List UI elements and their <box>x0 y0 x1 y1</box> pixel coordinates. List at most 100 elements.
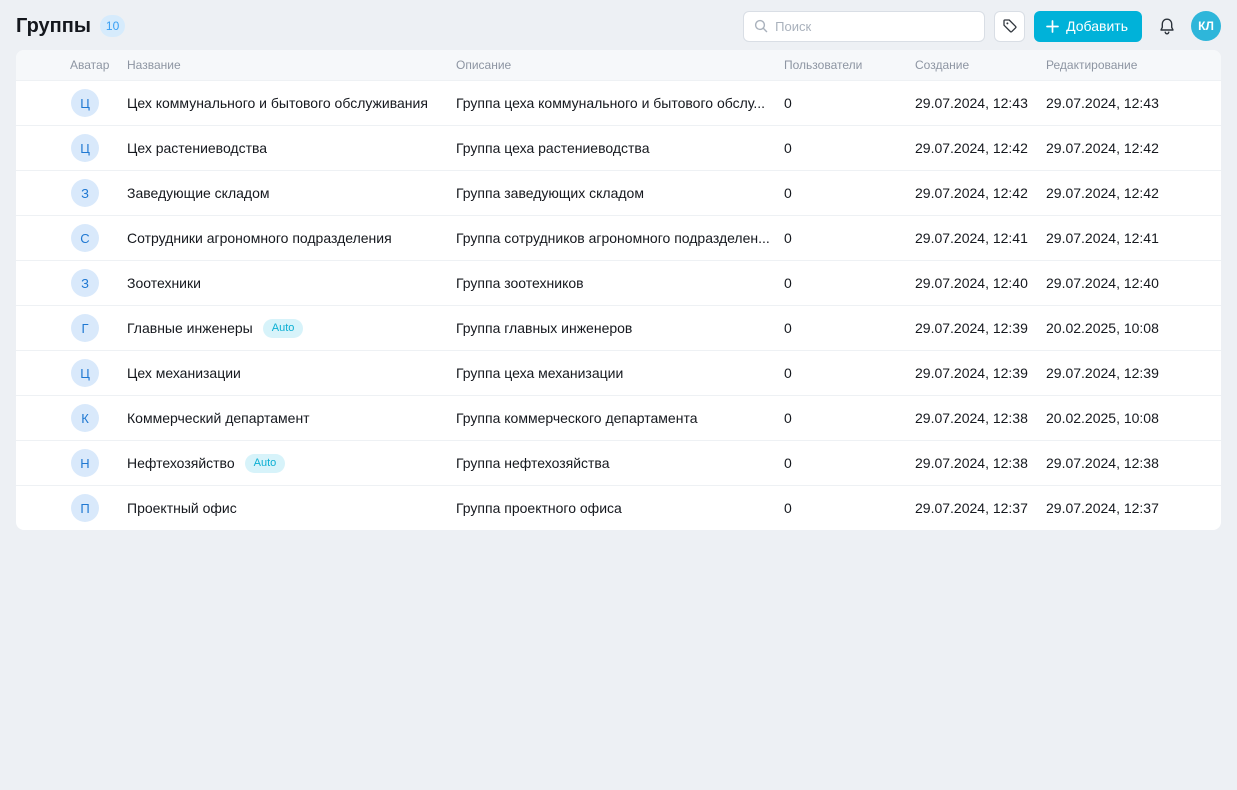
table-row[interactable]: К Коммерческий департамент Группа коммер… <box>16 395 1221 440</box>
avatar-cell: З <box>70 179 127 207</box>
group-edited: 29.07.2024, 12:43 <box>1046 95 1205 111</box>
group-description: Группа сотрудников агрономного подраздел… <box>456 230 784 246</box>
group-avatar: З <box>71 179 99 207</box>
name-cell: Проектный офис <box>127 500 456 516</box>
name-cell: Нефтехозяйство Auto <box>127 454 456 473</box>
table-row[interactable]: Ц Цех коммунального и бытового обслужива… <box>16 80 1221 125</box>
group-edited: 29.07.2024, 12:42 <box>1046 185 1205 201</box>
group-description: Группа проектного офиса <box>456 500 784 516</box>
avatar-cell: К <box>70 404 127 432</box>
table-row[interactable]: З Зоотехники Группа зоотехников 0 29.07.… <box>16 260 1221 305</box>
group-edited: 29.07.2024, 12:38 <box>1046 455 1205 471</box>
group-avatar: Н <box>71 449 99 477</box>
group-name: Зоотехники <box>127 275 201 291</box>
group-users-count: 0 <box>784 185 915 201</box>
topbar: Группы 10 Добавить <box>0 0 1237 50</box>
avatar-cell: С <box>70 224 127 252</box>
group-edited: 29.07.2024, 12:39 <box>1046 365 1205 381</box>
table-row[interactable]: П Проектный офис Группа проектного офиса… <box>16 485 1221 530</box>
avatar-cell: Ц <box>70 134 127 162</box>
group-name: Сотрудники агрономного подразделения <box>127 230 392 246</box>
avatar-cell: П <box>70 494 127 522</box>
group-name: Заведующие складом <box>127 185 270 201</box>
table-header-row: Аватар Название Описание Пользователи Со… <box>16 50 1221 80</box>
group-description: Группа нефтехозяйства <box>456 455 784 471</box>
table-row[interactable]: Г Главные инженеры Auto Группа главных и… <box>16 305 1221 350</box>
page-title: Группы <box>16 15 91 38</box>
tag-icon <box>1002 18 1018 34</box>
search-icon <box>754 19 768 33</box>
group-description: Группа главных инженеров <box>456 320 784 336</box>
group-edited: 29.07.2024, 12:40 <box>1046 275 1205 291</box>
table-row[interactable]: З Заведующие складом Группа заведующих с… <box>16 170 1221 215</box>
bell-icon <box>1158 17 1176 36</box>
name-cell: Цех растениеводства <box>127 140 456 156</box>
group-created: 29.07.2024, 12:39 <box>915 320 1046 336</box>
group-description: Группа цеха растениеводства <box>456 140 784 156</box>
table-body: Ц Цех коммунального и бытового обслужива… <box>16 80 1221 530</box>
avatar-cell: З <box>70 269 127 297</box>
table-row[interactable]: Ц Цех растениеводства Группа цеха растен… <box>16 125 1221 170</box>
column-header-description: Описание <box>456 58 784 72</box>
group-name: Проектный офис <box>127 500 237 516</box>
group-avatar: Ц <box>71 89 99 117</box>
group-users-count: 0 <box>784 230 915 246</box>
name-cell: Коммерческий департамент <box>127 410 456 426</box>
notifications-button[interactable] <box>1154 13 1180 39</box>
group-description: Группа коммерческого департамента <box>456 410 784 426</box>
name-cell: Заведующие складом <box>127 185 456 201</box>
group-name: Нефтехозяйство <box>127 455 235 471</box>
add-group-button[interactable]: Добавить <box>1034 11 1142 42</box>
column-header-edited: Редактирование <box>1046 58 1205 72</box>
user-avatar[interactable]: КЛ <box>1191 11 1221 41</box>
add-button-label: Добавить <box>1066 18 1128 34</box>
group-users-count: 0 <box>784 275 915 291</box>
group-edited: 20.02.2025, 10:08 <box>1046 410 1205 426</box>
groups-table: Аватар Название Описание Пользователи Со… <box>16 50 1221 530</box>
table-row[interactable]: Н Нефтехозяйство Auto Группа нефтехозяйс… <box>16 440 1221 485</box>
group-edited: 29.07.2024, 12:41 <box>1046 230 1205 246</box>
search-input[interactable] <box>775 19 974 34</box>
column-header-users: Пользователи <box>784 58 915 72</box>
group-description: Группа заведующих складом <box>456 185 784 201</box>
group-name: Коммерческий департамент <box>127 410 310 426</box>
column-header-created: Создание <box>915 58 1046 72</box>
table-row[interactable]: Ц Цех механизации Группа цеха механизаци… <box>16 350 1221 395</box>
group-avatar: К <box>71 404 99 432</box>
topbar-actions: Добавить КЛ <box>743 11 1221 42</box>
avatar-cell: Н <box>70 449 127 477</box>
group-description: Группа зоотехников <box>456 275 784 291</box>
group-users-count: 0 <box>784 365 915 381</box>
plus-icon <box>1046 20 1059 33</box>
group-users-count: 0 <box>784 95 915 111</box>
group-created: 29.07.2024, 12:41 <box>915 230 1046 246</box>
group-description: Группа цеха механизации <box>456 365 784 381</box>
search-box[interactable] <box>743 11 985 42</box>
group-edited: 29.07.2024, 12:37 <box>1046 500 1205 516</box>
group-avatar: Г <box>71 314 99 342</box>
group-users-count: 0 <box>784 320 915 336</box>
group-edited: 29.07.2024, 12:42 <box>1046 140 1205 156</box>
group-avatar: З <box>71 269 99 297</box>
groups-count-badge: 10 <box>100 15 125 37</box>
group-avatar: Ц <box>71 134 99 162</box>
group-created: 29.07.2024, 12:42 <box>915 140 1046 156</box>
tags-button[interactable] <box>994 11 1025 42</box>
name-cell: Цех коммунального и бытового обслуживани… <box>127 95 456 111</box>
column-header-avatar: Аватар <box>70 58 127 72</box>
group-name: Цех коммунального и бытового обслуживани… <box>127 95 428 111</box>
group-created: 29.07.2024, 12:43 <box>915 95 1046 111</box>
group-avatar: С <box>71 224 99 252</box>
group-users-count: 0 <box>784 500 915 516</box>
avatar-cell: Г <box>70 314 127 342</box>
group-created: 29.07.2024, 12:42 <box>915 185 1046 201</box>
group-users-count: 0 <box>784 455 915 471</box>
name-cell: Сотрудники агрономного подразделения <box>127 230 456 246</box>
group-users-count: 0 <box>784 140 915 156</box>
avatar-cell: Ц <box>70 359 127 387</box>
group-avatar: Ц <box>71 359 99 387</box>
group-created: 29.07.2024, 12:39 <box>915 365 1046 381</box>
column-header-name: Название <box>127 58 456 72</box>
table-row[interactable]: С Сотрудники агрономного подразделения Г… <box>16 215 1221 260</box>
group-name: Главные инженеры <box>127 320 253 336</box>
